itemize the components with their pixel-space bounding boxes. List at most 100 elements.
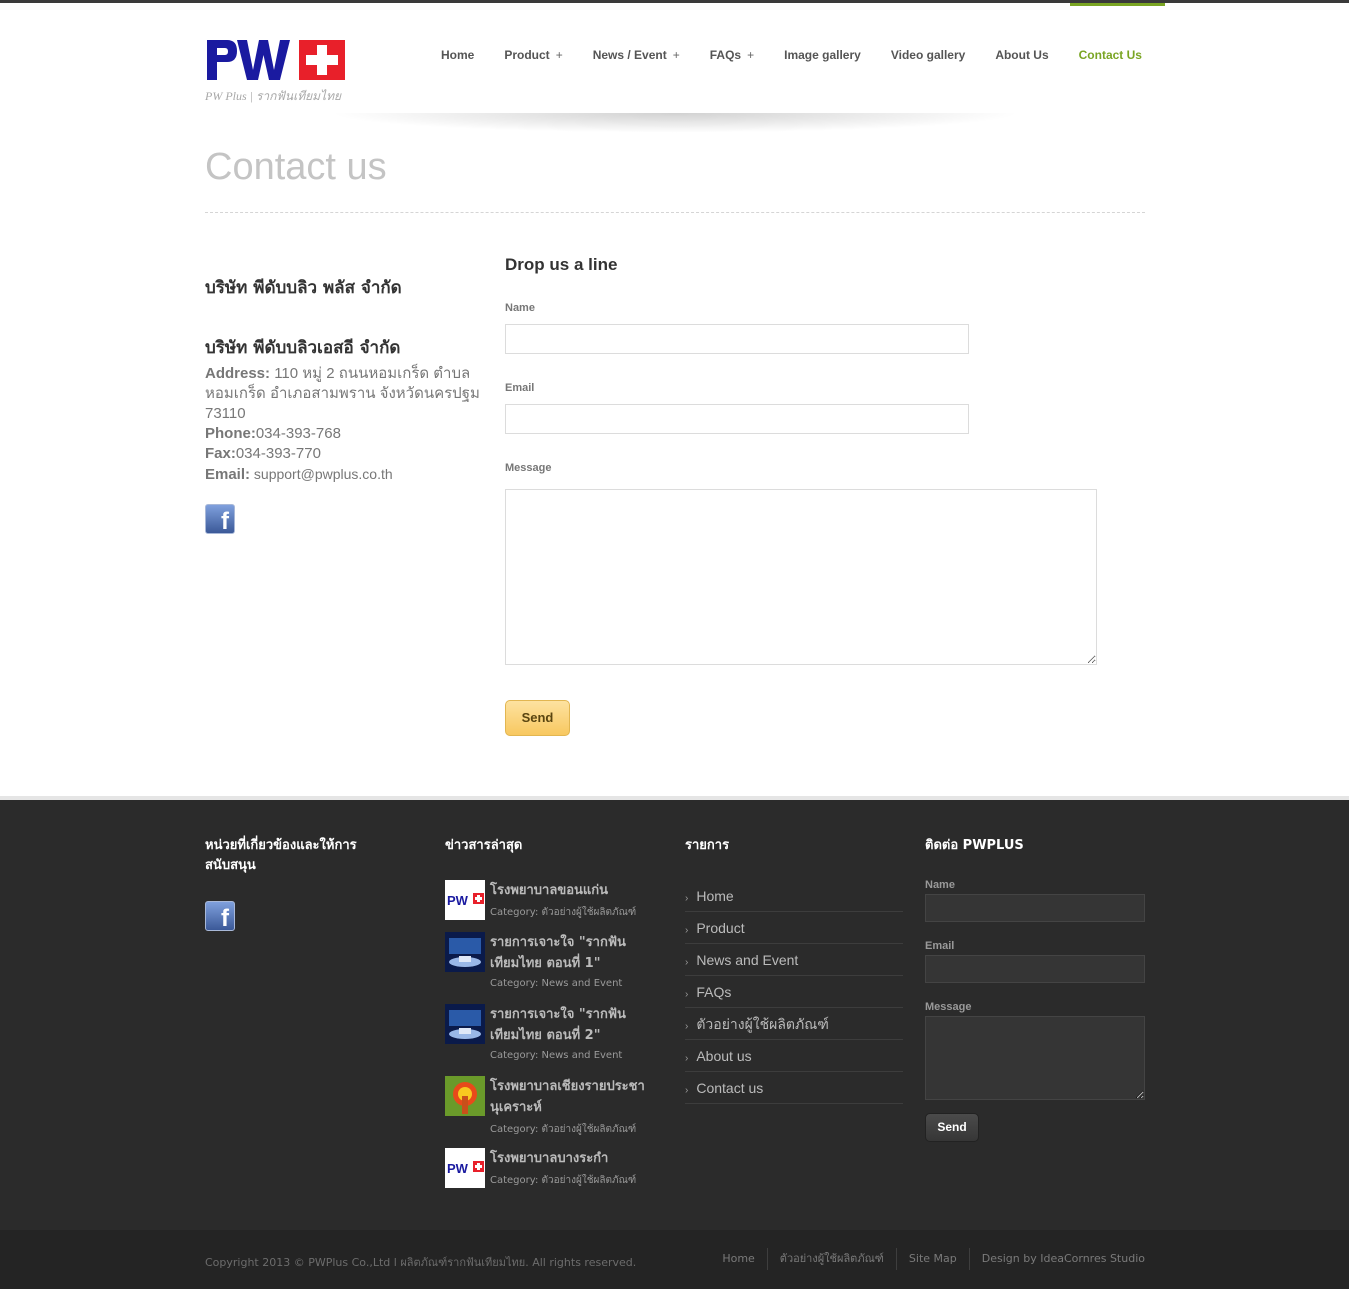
footer-menu-home[interactable]: › Home bbox=[685, 880, 903, 912]
email-value[interactable]: support@pwplus.co.th bbox=[250, 466, 393, 482]
footer-email-input[interactable] bbox=[925, 955, 1145, 983]
contact-details: Address: 110 หมู่ 2 ถนนหอมเกร็ด ตำบลหอมเ… bbox=[205, 364, 490, 485]
nav-about-us[interactable]: About Us bbox=[980, 48, 1063, 62]
send-button[interactable]: Send bbox=[505, 700, 570, 736]
footer-menu-faqs[interactable]: › FAQs bbox=[685, 976, 903, 1008]
bottom-link-site-map[interactable]: Site Map bbox=[895, 1248, 969, 1270]
bottom-links: Home ตัวอย่างผู้ใช้ผลิตภัณฑ์ Site Map De… bbox=[710, 1248, 1145, 1270]
phone-label: Phone: bbox=[205, 425, 256, 442]
chevron-right-icon: › bbox=[685, 1053, 689, 1064]
menu-label: Contact us bbox=[696, 1080, 764, 1096]
name-label: Name bbox=[505, 302, 535, 314]
bottom-link-home[interactable]: Home bbox=[710, 1248, 766, 1270]
plus-icon: + bbox=[555, 48, 563, 62]
menu-label: FAQs bbox=[696, 984, 732, 1000]
footer-menu-product[interactable]: › Product bbox=[685, 912, 903, 944]
footer-name-label: Name bbox=[925, 879, 955, 891]
nav-label: Home bbox=[441, 48, 475, 62]
plus-icon: + bbox=[747, 48, 755, 62]
nav-label: Contact Us bbox=[1078, 48, 1142, 62]
footer-menu-product-users[interactable]: › ตัวอย่างผู้ใช้ผลิตภัณฑ์ bbox=[685, 1008, 903, 1040]
news-category: Category: News and Event bbox=[490, 978, 623, 989]
nav-home[interactable]: Home bbox=[426, 48, 489, 62]
footer-name-input[interactable] bbox=[925, 894, 1145, 922]
menu-label: News and Event bbox=[696, 952, 799, 968]
footer-menu-contact-us[interactable]: › Contact us bbox=[685, 1072, 903, 1104]
news-category: Category: News and Event bbox=[490, 1050, 623, 1061]
facebook-icon[interactable]: f bbox=[205, 504, 235, 535]
svg-text:PW: PW bbox=[447, 893, 469, 908]
main-nav: Home Product + News / Event + FAQs + Image … bbox=[426, 48, 1157, 62]
news-title[interactable]: รายการเจาะใจ "รากฟันเทียมไทย ตอนที่ 2" bbox=[490, 1004, 650, 1046]
nav-news-event[interactable]: News / Event + bbox=[578, 48, 695, 62]
bottom-link-product-users[interactable]: ตัวอย่างผู้ใช้ผลิตภัณฑ์ bbox=[766, 1248, 896, 1270]
footer bbox=[0, 796, 1349, 1230]
nav-label: About Us bbox=[995, 48, 1049, 62]
nav-label: Image gallery bbox=[784, 48, 861, 62]
menu-label: About us bbox=[696, 1048, 752, 1064]
email-input[interactable] bbox=[505, 404, 969, 434]
svg-text:PW: PW bbox=[447, 1161, 469, 1176]
news-category: Category: ตัวอย่างผู้ใช้ผลิตภัณฑ์ bbox=[490, 907, 637, 918]
menu-label: ตัวอย่างผู้ใช้ผลิตภัณฑ์ bbox=[696, 1016, 829, 1032]
news-title[interactable]: รายการเจาะใจ "รากฟันเทียมไทย ตอนที่ 1" bbox=[490, 932, 650, 974]
bottom-bar bbox=[0, 1230, 1349, 1289]
nav-label: News / Event bbox=[592, 48, 667, 62]
footer-menu-news-event[interactable]: › News and Event bbox=[685, 944, 903, 976]
phone-value: 034-393-768 bbox=[255, 425, 341, 442]
chevron-right-icon: › bbox=[685, 1085, 689, 1096]
chevron-right-icon: › bbox=[685, 1021, 689, 1032]
nav-label: FAQs bbox=[709, 48, 742, 62]
message-textarea[interactable] bbox=[505, 489, 1097, 665]
news-category: Category: ตัวอย่างผู้ใช้ผลิตภัณฑ์ bbox=[490, 1124, 637, 1135]
footer-contact-title: ติดต่อ PWPLUS bbox=[925, 838, 1024, 853]
nav-label: Video gallery bbox=[890, 48, 966, 62]
footer-send-button[interactable]: Send bbox=[925, 1113, 979, 1142]
pw-logo-thumbnail: PW bbox=[445, 880, 485, 920]
footer-menu-about-us[interactable]: › About us bbox=[685, 1040, 903, 1072]
site-header: PW Plus | รากฟันเทียมไทย Home Product + N… bbox=[0, 3, 1349, 113]
footer-message-label: Message bbox=[925, 1001, 972, 1013]
nav-product[interactable]: Product + bbox=[489, 48, 577, 62]
email-label: Email bbox=[505, 382, 535, 394]
footer-email-label: Email bbox=[925, 940, 955, 952]
copyright: Copyright 2013 © PWPlus Co.,Ltd l ผลิตภั… bbox=[205, 1256, 637, 1269]
footer-news-title: ข่าวสารล่าสุด bbox=[445, 838, 523, 853]
fax-value: 034-393-770 bbox=[235, 445, 321, 462]
footer-support-title: หน่วยที่เกี่ยวข้องและให้การสนับสนุน bbox=[205, 838, 357, 873]
nav-image-gallery[interactable]: Image gallery bbox=[769, 48, 876, 62]
page-title: Contact us bbox=[205, 146, 387, 188]
news-title[interactable]: โรงพยาบาลบางระกำ bbox=[490, 1148, 650, 1169]
news-category: Category: ตัวอย่างผู้ใช้ผลิตภัณฑ์ bbox=[490, 1175, 637, 1186]
title-divider bbox=[205, 212, 1145, 213]
footer-message-textarea[interactable] bbox=[925, 1016, 1145, 1100]
bottom-link-design-credit[interactable]: Design by IdeaCornres Studio bbox=[968, 1248, 1145, 1270]
pwplus-logo[interactable] bbox=[205, 37, 345, 83]
fax-label: Fax: bbox=[205, 445, 236, 462]
chevron-right-icon: › bbox=[685, 957, 689, 968]
pw-logo-thumbnail: PW bbox=[445, 1148, 485, 1188]
logo-tagline: PW Plus | รากฟันเทียมไทย bbox=[205, 89, 342, 103]
nav-faqs[interactable]: FAQs + bbox=[695, 48, 769, 62]
name-input[interactable] bbox=[505, 324, 969, 354]
nav-video-gallery[interactable]: Video gallery bbox=[876, 48, 980, 62]
chevron-right-icon: › bbox=[685, 925, 689, 936]
facebook-icon[interactable]: f bbox=[205, 901, 235, 932]
tv-studio-thumbnail bbox=[445, 932, 485, 972]
footer-menu-title: รายการ bbox=[685, 838, 730, 853]
hospital-emblem-thumbnail bbox=[445, 1076, 485, 1116]
chevron-right-icon: › bbox=[685, 893, 689, 904]
news-title[interactable]: โรงพยาบาลเชียงรายประชานุเคราะห์ bbox=[490, 1076, 650, 1118]
company-name-1: บริษัท พีดับบลิว พลัส จำกัด bbox=[205, 278, 402, 298]
message-label: Message bbox=[505, 462, 552, 474]
tv-studio-thumbnail bbox=[445, 1004, 485, 1044]
nav-contact-us[interactable]: Contact Us bbox=[1064, 48, 1157, 62]
menu-label: Home bbox=[696, 888, 734, 904]
email-label: Email: bbox=[205, 466, 251, 483]
news-title[interactable]: โรงพยาบาลขอนแก่น bbox=[490, 880, 650, 901]
plus-icon: + bbox=[672, 48, 680, 62]
menu-label: Product bbox=[696, 920, 745, 936]
address-label: Address: bbox=[205, 365, 271, 382]
form-title: Drop us a line bbox=[505, 255, 618, 274]
chevron-right-icon: › bbox=[685, 989, 689, 1000]
